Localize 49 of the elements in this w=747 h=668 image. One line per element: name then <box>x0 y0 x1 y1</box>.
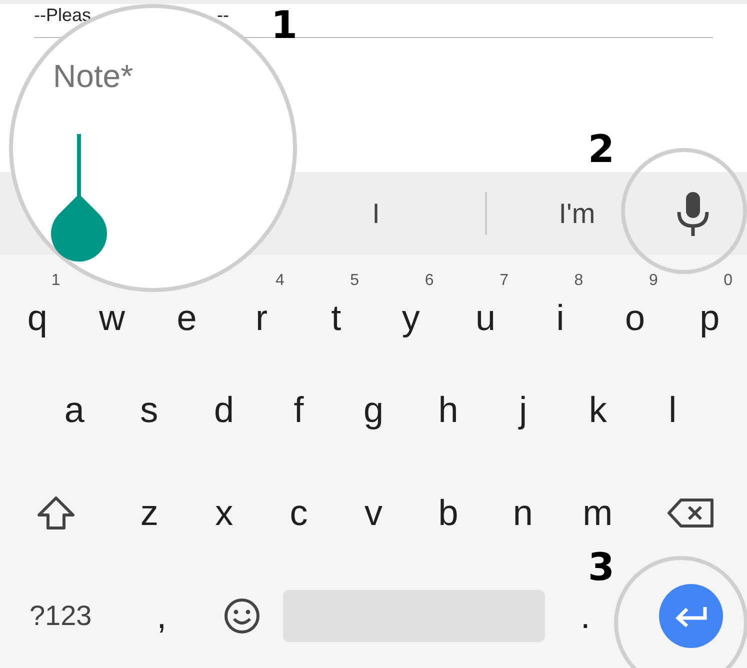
letter-key[interactable]: w <box>91 300 134 336</box>
letter-key[interactable]: b <box>430 494 466 530</box>
key-hint: 4 <box>275 271 284 291</box>
smiley-icon[interactable] <box>223 596 262 634</box>
letter-key[interactable]: a <box>56 392 92 428</box>
letter-key[interactable]: z <box>132 494 166 530</box>
key-hint: 0 <box>724 271 733 291</box>
key-hint: 5 <box>350 271 360 291</box>
field-value: --Pleas <box>34 6 92 24</box>
shift-icon[interactable] <box>36 494 76 530</box>
letter-key[interactable]: h <box>430 392 466 428</box>
backspace-icon[interactable] <box>666 496 715 528</box>
letter-key[interactable]: i <box>548 300 572 336</box>
letter-key[interactable]: o <box>616 300 653 336</box>
letter-key[interactable]: c <box>282 494 316 530</box>
letter-key[interactable]: d <box>206 392 242 428</box>
letter-key[interactable]: v <box>356 494 390 530</box>
key-hint: 7 <box>500 271 508 291</box>
annotation-number: 1 <box>271 6 298 44</box>
letter-key[interactable]: s <box>132 392 166 428</box>
annotation-number: 3 <box>588 548 614 586</box>
letter-key[interactable]: u <box>468 300 504 336</box>
letter-key[interactable]: n <box>504 494 541 530</box>
symbols-key[interactable]: ?123 <box>29 594 92 636</box>
letter-key[interactable]: p <box>692 300 728 336</box>
letter-key[interactable]: e <box>168 300 205 336</box>
letter-key[interactable]: k <box>580 392 615 428</box>
letter-key[interactable]: f <box>286 392 312 428</box>
letter-key[interactable]: l <box>660 392 685 428</box>
letter-key[interactable]: y <box>394 300 428 336</box>
letter-key[interactable]: j <box>511 392 536 428</box>
letter-key[interactable]: g <box>356 392 392 428</box>
suggestion-item[interactable]: I <box>372 192 380 234</box>
key-hint: 1 <box>51 271 60 291</box>
field-value: -- <box>217 6 230 24</box>
letter-key[interactable]: x <box>207 494 242 530</box>
letter-key[interactable]: . <box>572 598 598 634</box>
microphone-icon[interactable] <box>675 190 711 238</box>
key-hint: 9 <box>648 271 658 291</box>
note-label: Note* <box>53 57 134 96</box>
key-hint: 6 <box>424 271 434 291</box>
letter-key[interactable]: , <box>148 598 175 634</box>
letter-key[interactable]: m <box>574 494 621 530</box>
key-hint: 8 <box>574 271 584 291</box>
letter-key[interactable]: r <box>247 300 276 336</box>
letter-key[interactable]: t <box>323 300 350 336</box>
annotation-number: 2 <box>588 130 614 168</box>
letter-key[interactable]: q <box>19 300 56 336</box>
suggestion-item[interactable]: I'm <box>558 192 596 234</box>
